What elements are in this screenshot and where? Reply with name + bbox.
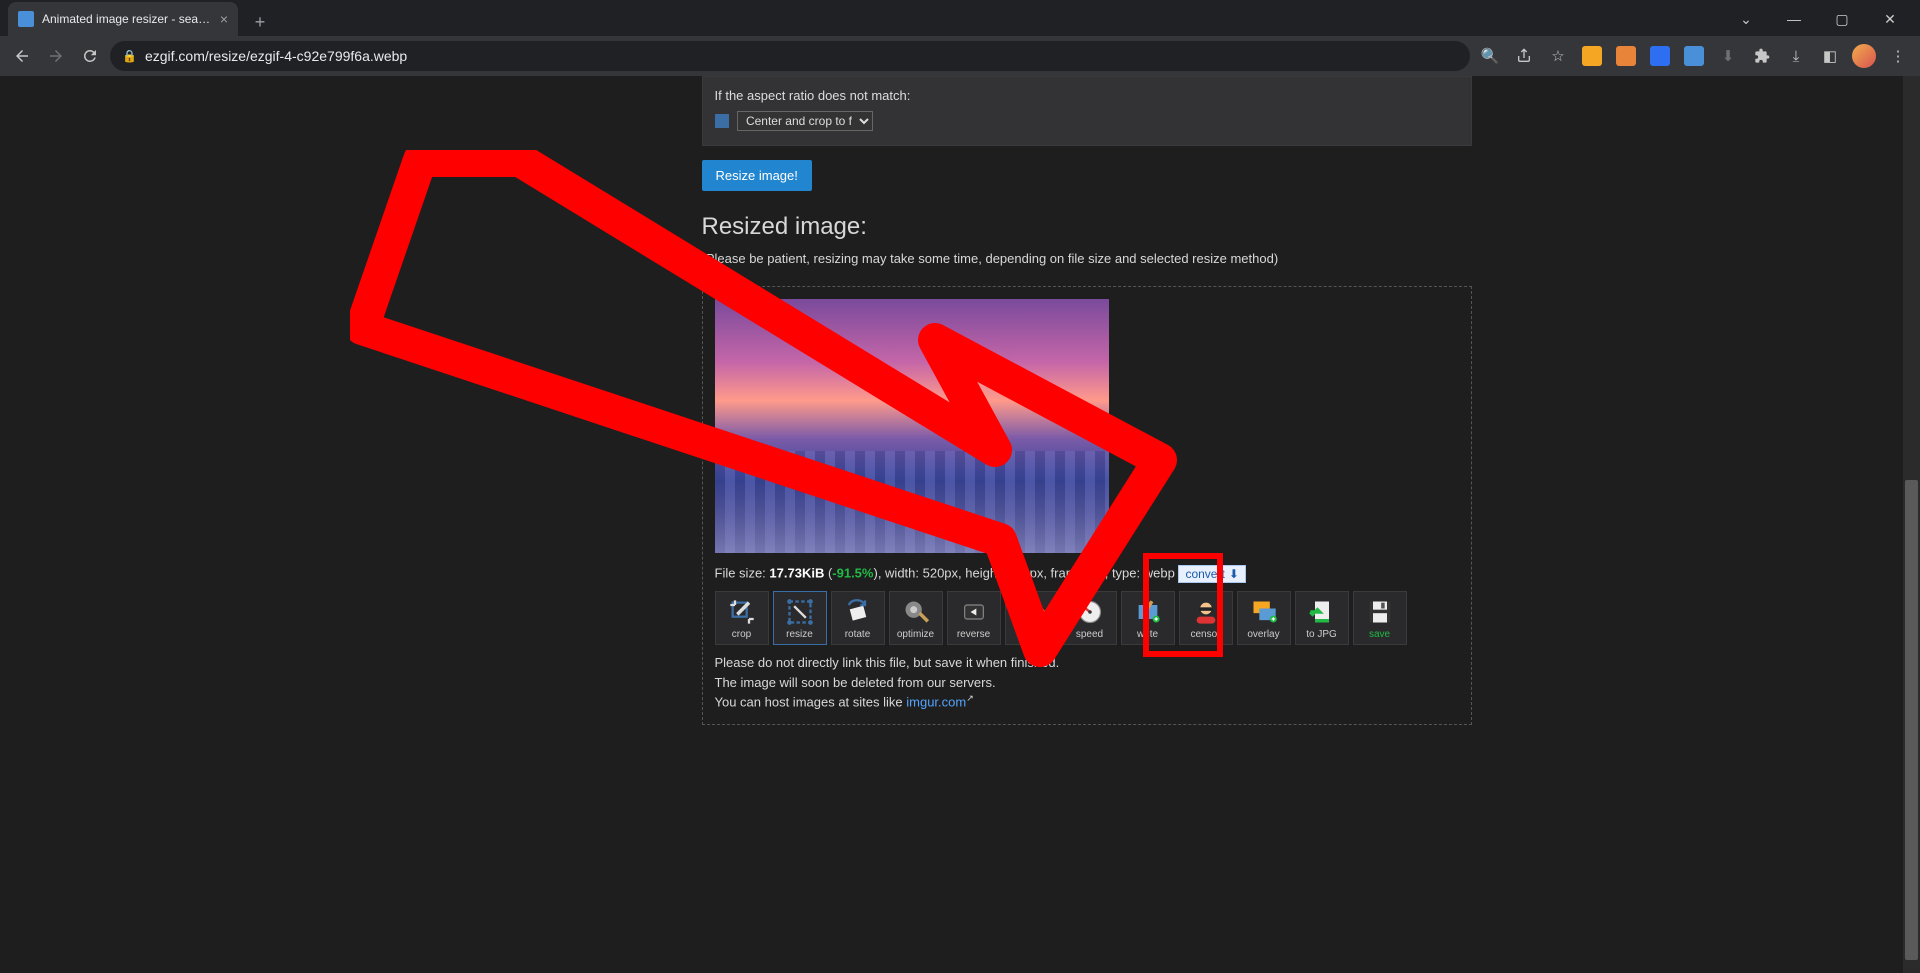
footer-notes: Please do not directly link this file, b… <box>715 653 1459 712</box>
tool-rotate[interactable]: rotate <box>831 591 885 645</box>
optimize-icon <box>901 597 931 627</box>
profile-avatar[interactable] <box>1850 42 1878 70</box>
tab-favicon <box>18 11 34 27</box>
download-small-icon: ⬇ <box>1229 567 1239 581</box>
result-heading: Resized image: <box>702 213 1472 241</box>
to-jpg-icon <box>1307 597 1337 627</box>
convert-button[interactable]: convert ⬇ <box>1178 565 1245 583</box>
patience-note: (Please be patient, resizing may take so… <box>702 251 1472 266</box>
browser-tab[interactable]: Animated image resizer - sea.wel × <box>8 2 238 36</box>
rotate-icon <box>843 597 873 627</box>
extension-3-icon[interactable] <box>1646 42 1674 70</box>
tool-optimize[interactable]: optimize <box>889 591 943 645</box>
crop-icon <box>727 597 757 627</box>
speed-icon <box>1075 597 1105 627</box>
vertical-scrollbar[interactable] <box>1903 76 1920 973</box>
browser-toolbar: 🔒 ezgif.com/resize/ezgif-4-c92e799f6a.we… <box>0 36 1920 76</box>
aspect-select[interactable]: Center and crop to fit <box>737 111 873 131</box>
resize-button[interactable]: Resize image! <box>702 160 812 191</box>
back-button[interactable] <box>8 42 36 70</box>
external-link-icon: ↗ <box>966 693 974 703</box>
resize-icon <box>785 597 815 627</box>
chevron-down-icon[interactable]: ⌄ <box>1726 11 1766 28</box>
url-text: ezgif.com/resize/ezgif-4-c92e799f6a.webp <box>145 48 407 64</box>
tool-resize[interactable]: resize <box>773 591 827 645</box>
reload-button[interactable] <box>76 42 104 70</box>
aspect-icon <box>715 114 729 128</box>
window-controls: ⌄ ― ▢ ✕ <box>1726 2 1920 36</box>
close-window-icon[interactable]: ✕ <box>1870 11 1910 28</box>
imgur-link[interactable]: imgur.com <box>906 694 966 709</box>
reverse-icon <box>959 597 989 627</box>
save-icon <box>1365 597 1395 627</box>
aspect-ratio-panel: If the aspect ratio does not match: Cent… <box>702 76 1472 146</box>
extensions-icon[interactable] <box>1748 42 1776 70</box>
tool-speed[interactable]: speed <box>1063 591 1117 645</box>
tool-overlay[interactable]: overlay <box>1237 591 1291 645</box>
result-box: File size: 17.73KiB (-91.5%), width: 520… <box>702 286 1472 725</box>
tool-crop[interactable]: crop <box>715 591 769 645</box>
star-icon[interactable]: ☆ <box>1544 42 1572 70</box>
browser-chrome: Animated image resizer - sea.wel × + ⌄ ―… <box>0 0 1920 76</box>
zoom-icon[interactable]: 🔍 <box>1476 42 1504 70</box>
tool-row: crop resize rotate optimize <box>715 591 1459 645</box>
minimize-icon[interactable]: ― <box>1774 11 1814 27</box>
download-icon[interactable]: ⤓ <box>1782 42 1810 70</box>
extension-4-icon[interactable] <box>1680 42 1708 70</box>
toolbar-right: 🔍 ☆ ⬇ ⤓ ◧ ⋮ <box>1476 42 1912 70</box>
scrollbar-thumb[interactable] <box>1905 480 1918 960</box>
tool-effects[interactable]: effects <box>1005 591 1059 645</box>
lock-icon: 🔒 <box>122 49 137 63</box>
tool-save[interactable]: save <box>1353 591 1407 645</box>
size-reduction: -91.5% <box>832 565 873 580</box>
file-info: File size: 17.73KiB (-91.5%), width: 520… <box>715 565 1459 583</box>
extension-2-icon[interactable] <box>1612 42 1640 70</box>
close-tab-icon[interactable]: × <box>220 11 228 27</box>
tool-write[interactable]: write <box>1121 591 1175 645</box>
page-viewport: If the aspect ratio does not match: Cent… <box>0 76 1903 973</box>
address-bar[interactable]: 🔒 ezgif.com/resize/ezgif-4-c92e799f6a.we… <box>110 41 1470 71</box>
extension-1-icon[interactable] <box>1578 42 1606 70</box>
preview-image <box>715 299 1109 553</box>
sidepanel-icon[interactable]: ◧ <box>1816 42 1844 70</box>
download-inactive-icon[interactable]: ⬇ <box>1714 42 1742 70</box>
share-icon[interactable] <box>1510 42 1538 70</box>
tool-censor[interactable]: censor <box>1179 591 1233 645</box>
forward-button[interactable] <box>42 42 70 70</box>
effects-icon <box>1017 597 1047 627</box>
tool-reverse[interactable]: reverse <box>947 591 1001 645</box>
tab-title: Animated image resizer - sea.wel <box>42 12 212 26</box>
page-content: If the aspect ratio does not match: Cent… <box>422 76 1482 973</box>
tab-bar: Animated image resizer - sea.wel × + ⌄ ―… <box>0 0 1920 36</box>
menu-icon[interactable]: ⋮ <box>1884 42 1912 70</box>
tool-to-jpg[interactable]: to JPG <box>1295 591 1349 645</box>
overlay-icon <box>1249 597 1279 627</box>
aspect-label: If the aspect ratio does not match: <box>715 88 911 103</box>
censor-icon <box>1191 597 1221 627</box>
maximize-icon[interactable]: ▢ <box>1822 11 1862 28</box>
new-tab-button[interactable]: + <box>246 8 274 36</box>
write-icon <box>1133 597 1163 627</box>
